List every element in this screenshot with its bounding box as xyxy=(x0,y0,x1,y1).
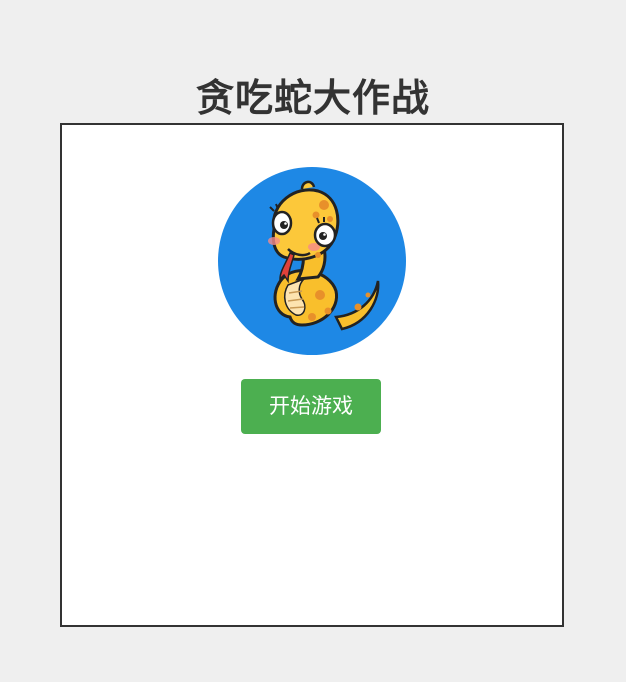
game-board[interactable]: 开始游戏 xyxy=(60,123,564,627)
page-title: 贪吃蛇大作战 xyxy=(195,76,430,121)
cartoon-snake-icon xyxy=(268,180,380,331)
start-game-button[interactable]: 开始游戏 xyxy=(241,379,381,434)
snake-logo xyxy=(218,167,406,355)
